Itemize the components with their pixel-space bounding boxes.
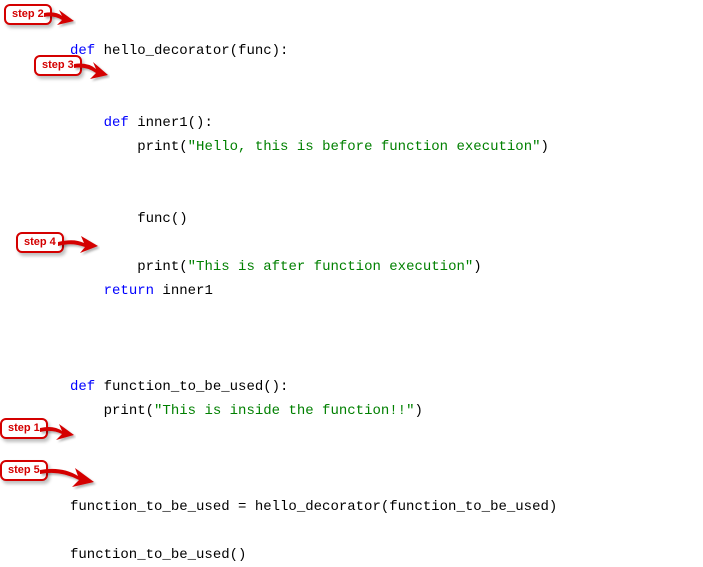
return-name: inner1 [154,283,213,299]
keyword-def: def [70,379,95,395]
call-line: function_to_be_used() [70,547,246,563]
keyword-return: return [104,283,154,299]
func-decl: hello_decorator(func): [95,43,288,59]
step-5-arrow-icon [38,462,98,490]
step-1-arrow-icon [38,420,76,444]
paren-open: ( [146,403,154,419]
step-3-arrow-icon [72,58,110,84]
func-decl: function_to_be_used(): [95,379,288,395]
assign-line: function_to_be_used = hello_decorator(fu… [70,499,557,515]
string-literal: "This is after function execution" [188,259,474,275]
string-literal: "Hello, this is before function executio… [188,139,541,155]
step-4-arrow-icon [56,232,100,256]
func-decl: inner1(): [129,115,213,131]
paren-close: ) [541,139,549,155]
string-literal: "This is inside the function!!" [154,403,414,419]
keyword-def: def [104,115,129,131]
call-print: print [104,403,146,419]
step-2-arrow-icon [42,7,76,29]
paren-open: ( [179,139,187,155]
paren-close: ) [473,259,481,275]
call-func: func() [137,211,187,227]
call-print: print [137,259,179,275]
call-print: print [137,139,179,155]
paren-open: ( [179,259,187,275]
code-block: def hello_decorator(func): def inner1():… [70,15,557,567]
paren-close: ) [414,403,422,419]
